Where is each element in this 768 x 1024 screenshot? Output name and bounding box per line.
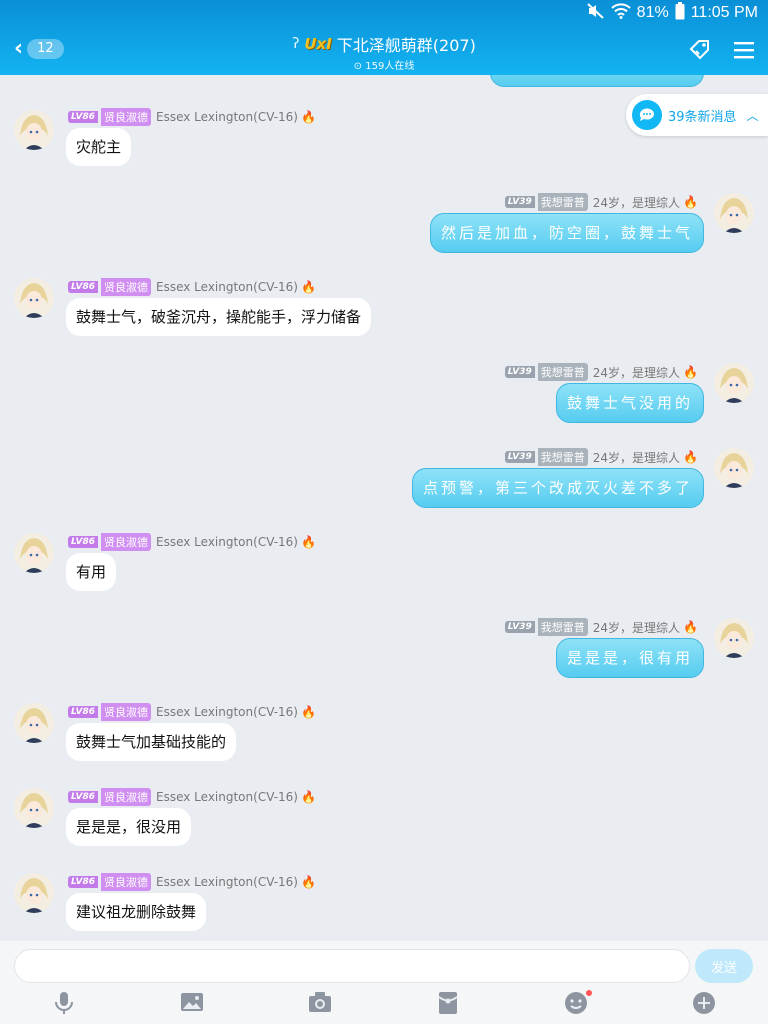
fire-icon: 🔥 (300, 535, 316, 549)
previous-message-bubble (490, 75, 704, 87)
camera-icon[interactable] (256, 991, 384, 1015)
title-badge: 贤良淑德 (101, 703, 151, 721)
avatar[interactable] (714, 618, 754, 658)
send-button[interactable]: 发送 (695, 949, 753, 983)
status-bar: 81% 11:05 PM (586, 1, 758, 25)
title-badge: 贤良淑德 (101, 533, 151, 551)
chevron-up-icon: ︿ (746, 108, 759, 123)
title-badge: 我想雷普 (537, 448, 588, 466)
clock: 11:05 PM (690, 4, 758, 21)
image-icon[interactable] (128, 991, 256, 1015)
new-messages-label: 39条新消息 (668, 109, 737, 125)
online-count: 159人在线 (365, 61, 415, 72)
plus-icon[interactable] (640, 991, 768, 1015)
avatar[interactable] (714, 363, 754, 403)
sender-name[interactable]: Essex Lexington(CV-16) (156, 110, 298, 124)
red-packet-icon[interactable] (384, 991, 512, 1015)
notification-dot (586, 990, 592, 996)
chat-title-area[interactable]: ʔ UxI 下北泽舰萌群(207) ⊙ 159人在线 (0, 32, 768, 72)
level-badge: LV39 (504, 366, 535, 378)
fire-icon: 🔥 (683, 450, 698, 464)
sender-name[interactable]: 24岁，是理综人 (593, 449, 680, 466)
sender-name[interactable]: Essex Lexington(CV-16) (156, 705, 298, 719)
message-bubble[interactable]: 有用 (66, 553, 117, 591)
title-badge: 我想雷普 (537, 193, 588, 211)
message-bubble[interactable]: 然后是加血，防空圈，鼓舞士气 (429, 213, 704, 253)
avatar[interactable] (14, 533, 54, 573)
fire-icon: 🔥 (683, 620, 698, 634)
input-toolbar (0, 990, 768, 1015)
wifi-icon (610, 2, 631, 24)
emoji-icon[interactable] (512, 990, 640, 1015)
message-bubble[interactable]: 鼓舞士气，破釜沉舟，操舵能手，浮力储备 (66, 298, 372, 336)
battery-icon (675, 1, 685, 25)
fire-icon: 🔥 (300, 110, 316, 124)
message-bubble[interactable]: 是是是，很有用 (555, 638, 704, 678)
message-bubble[interactable]: 鼓舞士气加基础技能的 (66, 723, 237, 761)
level-badge: LV86 (68, 876, 98, 888)
message-input[interactable] (14, 949, 690, 983)
microphone-icon[interactable] (0, 991, 128, 1015)
fire-icon: 🔥 (683, 195, 698, 209)
title-badge: 贤良淑德 (101, 278, 151, 296)
chat-list[interactable]: 39条新消息 ︿ LV86 贤良淑德 Essex Lexington(CV-16) 🔥… (0, 75, 768, 941)
fire-icon: 🔥 (683, 365, 698, 379)
sender-name[interactable]: Essex Lexington(CV-16) (156, 790, 298, 804)
tag-icon[interactable] (688, 38, 712, 66)
level-badge: LV39 (504, 451, 535, 463)
fire-icon: 🔥 (300, 790, 316, 804)
level-badge: LV86 (68, 281, 98, 293)
level-badge: LV39 (504, 196, 535, 208)
avatar[interactable] (14, 703, 54, 743)
avatar[interactable] (14, 873, 54, 913)
level-badge: LV86 (68, 706, 98, 718)
sender-name[interactable]: Essex Lexington(CV-16) (156, 280, 298, 294)
mute-icon (586, 2, 605, 24)
online-icon: ⊙ (353, 61, 363, 72)
sender-name[interactable]: 24岁，是理综人 (593, 619, 680, 636)
message-bubble[interactable]: 建议祖龙删除鼓舞 (66, 893, 207, 931)
sender-name[interactable]: Essex Lexington(CV-16) (156, 875, 298, 889)
input-bar: 发送 (0, 941, 768, 1024)
level-badge: LV86 (68, 111, 98, 123)
message-bubble[interactable]: 鼓舞士气没用的 (555, 383, 704, 423)
battery-percent: 81% (636, 4, 669, 21)
title-badge: 我想雷普 (537, 363, 588, 381)
message-bubble[interactable]: 是是是，很没用 (66, 808, 192, 846)
sender-name[interactable]: Essex Lexington(CV-16) (156, 535, 298, 549)
ear-icon: ʔ (292, 36, 300, 52)
fire-icon: 🔥 (300, 875, 316, 889)
level-badge: LV86 (68, 536, 98, 548)
sender-name[interactable]: 24岁，是理综人 (593, 194, 680, 211)
title-badge: 贤良淑德 (101, 788, 151, 806)
title-badge: 贤良淑德 (101, 108, 151, 126)
avatar[interactable] (714, 193, 754, 233)
message-icon (632, 100, 662, 130)
title-badge: 贤良淑德 (101, 873, 151, 891)
level-badge: LV39 (504, 621, 535, 633)
sender-name[interactable]: 24岁，是理综人 (593, 364, 680, 381)
title-badge: 我想雷普 (537, 618, 588, 636)
avatar[interactable] (14, 278, 54, 318)
new-messages-button[interactable]: 39条新消息 ︿ (626, 94, 768, 136)
avatar[interactable] (14, 110, 54, 150)
top-bar: 81% 11:05 PM ‹ 12 ʔ UxI 下北泽舰萌群(207) ⊙ 15… (0, 0, 768, 75)
menu-icon[interactable] (734, 41, 754, 63)
avatar[interactable] (714, 448, 754, 488)
fire-icon: 🔥 (300, 280, 316, 294)
message-bubble[interactable]: 灾舵主 (66, 128, 132, 166)
group-title: 下北泽舰萌群(207) (336, 36, 476, 55)
level-badge: LV86 (68, 791, 98, 803)
avatar[interactable] (14, 788, 54, 828)
message-bubble[interactable]: 点预警，第三个改成灭火差不多了 (411, 468, 704, 508)
fire-icon: 🔥 (300, 705, 316, 719)
group-badge: UxI (304, 35, 332, 53)
